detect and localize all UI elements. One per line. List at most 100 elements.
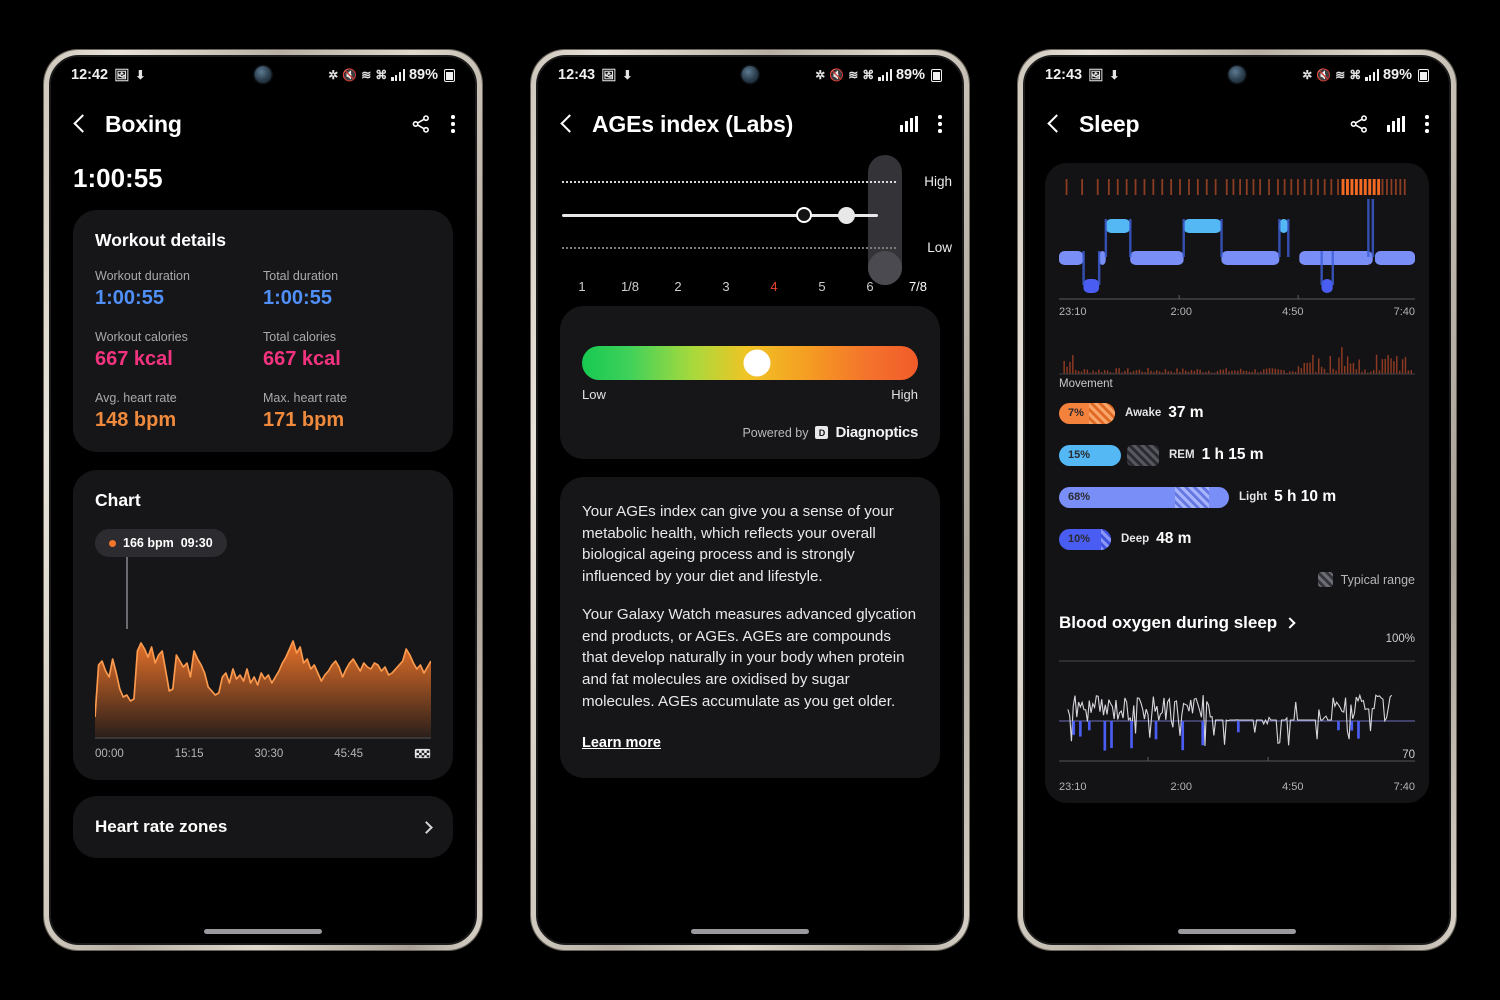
movement-label: Movement xyxy=(1059,378,1113,390)
nfc-icon: ⌘ xyxy=(375,68,388,82)
stage-name: Light xyxy=(1239,491,1268,503)
typical-range-label: Typical range xyxy=(1340,572,1415,587)
app-bar: Boxing xyxy=(51,93,475,155)
range-label-low: Low xyxy=(927,240,952,255)
bar-chart-icon[interactable] xyxy=(1387,116,1406,132)
bar-chart-icon[interactable] xyxy=(900,116,919,132)
axis-tick: 4:50 xyxy=(1282,306,1304,318)
back-button[interactable] xyxy=(69,113,91,135)
sleep-stage-row-rem: 15% REM 1 h 15 m xyxy=(1059,444,1415,466)
description-paragraph: Your Galaxy Watch measures advanced glyc… xyxy=(582,605,917,710)
axis-tick: 00:00 xyxy=(95,747,124,760)
tooltip-stem xyxy=(126,557,128,629)
phone-screen-frame-3: 12:43 🖼 ⬇ ✲ 🔇 ≋ ⌘ 89% Sleep 23:10 2:00 4… xyxy=(1023,55,1451,945)
typical-range-swatch-icon xyxy=(1317,572,1333,587)
image-icon: 🖼 xyxy=(1088,68,1104,82)
front-camera-punchhole xyxy=(1228,66,1246,83)
heart-rate-zones-label: Heart rate zones xyxy=(95,817,228,836)
stage-duration: 5 h 10 m xyxy=(1274,488,1337,505)
workout-metric-grid: Workout duration 1:00:55 Total duration … xyxy=(95,269,431,432)
selected-tick-badge xyxy=(868,251,902,285)
bluetooth-icon: ✲ xyxy=(815,68,826,82)
metric-label: Workout duration xyxy=(95,269,190,283)
battery-percent: 89% xyxy=(1382,67,1412,83)
signal-icon xyxy=(878,69,892,81)
page-title: Boxing xyxy=(105,110,182,137)
signal-icon xyxy=(391,69,405,81)
wifi-calling-icon: ≋ xyxy=(361,68,372,82)
axis-tick: 2:00 xyxy=(1170,781,1192,793)
bluetooth-icon: ✲ xyxy=(328,68,339,82)
metric-value: 1:00:55 xyxy=(95,287,164,309)
learn-more-link[interactable]: Learn more xyxy=(582,735,661,751)
slider-track xyxy=(562,214,878,217)
tooltip-value: 166 bpm xyxy=(123,536,174,550)
heart-rate-zones-row[interactable]: Heart rate zones xyxy=(73,796,453,858)
back-button[interactable] xyxy=(556,113,578,135)
kebab-menu-icon[interactable] xyxy=(936,113,944,135)
wifi-calling-icon: ≋ xyxy=(848,68,859,82)
typical-range-hatch xyxy=(1127,444,1159,466)
app-bar: Sleep xyxy=(1025,93,1449,155)
share-icon[interactable] xyxy=(411,114,431,134)
phone-device-workout: 12:42 🖼 ⬇ ✲ 🔇 ≋ ⌘ 89% Boxing 1:00:55 Wor… xyxy=(44,50,482,950)
chevron-right-icon xyxy=(420,820,433,834)
kebab-menu-icon[interactable] xyxy=(1423,113,1431,135)
status-bar: 12:43 🖼 ⬇ ✲ 🔇 ≋ ⌘ 89% xyxy=(1025,57,1449,93)
download-icon: ⬇ xyxy=(1109,68,1120,82)
sleep-screen: 12:43 🖼 ⬇ ✲ 🔇 ≋ ⌘ 89% Sleep 23:10 2:00 4… xyxy=(1025,57,1449,943)
axis-tick: 4:50 xyxy=(1282,781,1304,793)
kebab-menu-icon[interactable] xyxy=(449,113,457,135)
typical-range-hatch xyxy=(1089,402,1115,424)
ages-gauge-card: Low High Powered by D Diagnoptics xyxy=(560,306,940,459)
sleep-stage-row-awake: 7% Awake 37 m xyxy=(1059,402,1415,424)
nav-pill[interactable] xyxy=(204,929,322,934)
blood-oxygen-header[interactable]: Blood oxygen during sleep xyxy=(1059,613,1415,633)
status-bar-left: 12:42 🖼 ⬇ xyxy=(71,67,145,83)
axis-tick: 2:00 xyxy=(1170,306,1192,318)
finish-flag-icon xyxy=(414,748,431,759)
sleep-summary-card: 23:10 2:00 4:50 7:40 Movement 7% Awake 3… xyxy=(1045,163,1429,803)
hypnogram-x-axis: 23:10 2:00 4:50 7:40 xyxy=(1059,306,1415,318)
status-clock: 12:43 xyxy=(1045,67,1083,83)
stage-duration: 1 h 15 m xyxy=(1201,446,1264,463)
back-button[interactable] xyxy=(1043,113,1065,135)
slider-knob-current[interactable] xyxy=(838,207,855,224)
heart-rate-area-chart[interactable] xyxy=(95,627,431,739)
stage-bar: 7% xyxy=(1059,402,1115,424)
phone-screen-frame-1: 12:42 🖼 ⬇ ✲ 🔇 ≋ ⌘ 89% Boxing 1:00:55 Wor… xyxy=(49,55,477,945)
status-bar-right: ✲ 🔇 ≋ ⌘ 89% xyxy=(328,67,455,83)
sleep-stage-row-light: 68% Light 5 h 10 m xyxy=(1059,486,1415,508)
status-clock: 12:42 xyxy=(71,67,109,83)
stage-percent: 7% xyxy=(1068,407,1084,419)
nav-pill[interactable] xyxy=(691,929,809,934)
heart-rate-chart-card: Chart 166 bpm 09:30 00:00 15:15 30:30 45… xyxy=(73,470,453,780)
gauge-label-high: High xyxy=(891,387,918,402)
status-bar-right: ✲ 🔇 ≋ ⌘ 89% xyxy=(815,67,942,83)
hypnogram-chart[interactable] xyxy=(1059,177,1415,302)
blood-oxygen-title: Blood oxygen during sleep xyxy=(1059,613,1278,632)
bluetooth-icon: ✲ xyxy=(1302,68,1313,82)
metric-value: 1:00:55 xyxy=(263,287,332,309)
metric-label: Total duration xyxy=(263,269,339,283)
slider-knob-previous[interactable] xyxy=(796,207,812,223)
blood-oxygen-chart[interactable]: 100% 70 xyxy=(1059,633,1415,777)
stage-name: Awake xyxy=(1125,407,1162,419)
typical-range-hatch xyxy=(1175,486,1209,508)
phone-device-sleep: 12:43 🖼 ⬇ ✲ 🔇 ≋ ⌘ 89% Sleep 23:10 2:00 4… xyxy=(1018,50,1456,950)
metric-item: Total duration 1:00:55 xyxy=(263,269,431,310)
blood-oxygen-x-axis: 23:10 2:00 4:50 7:40 xyxy=(1059,781,1415,793)
sleep-stage-row-deep: 10% Deep 48 m xyxy=(1059,528,1415,550)
nfc-icon: ⌘ xyxy=(862,68,875,82)
mute-icon: 🔇 xyxy=(829,68,845,82)
spo2-max-label: 100% xyxy=(1385,633,1415,645)
metric-value: 667 kcal xyxy=(95,348,173,370)
spo2-min-label: 70 xyxy=(1402,749,1415,761)
gauge-label-low: Low xyxy=(582,387,606,402)
description-paragraph: Your AGEs index can give you a sense of … xyxy=(582,503,894,586)
ages-range-slider[interactable]: High Low xyxy=(538,155,962,285)
share-icon[interactable] xyxy=(1349,114,1369,134)
page-title: Sleep xyxy=(1079,110,1140,137)
ages-gauge-bar xyxy=(582,346,918,380)
nav-pill[interactable] xyxy=(1178,929,1296,934)
